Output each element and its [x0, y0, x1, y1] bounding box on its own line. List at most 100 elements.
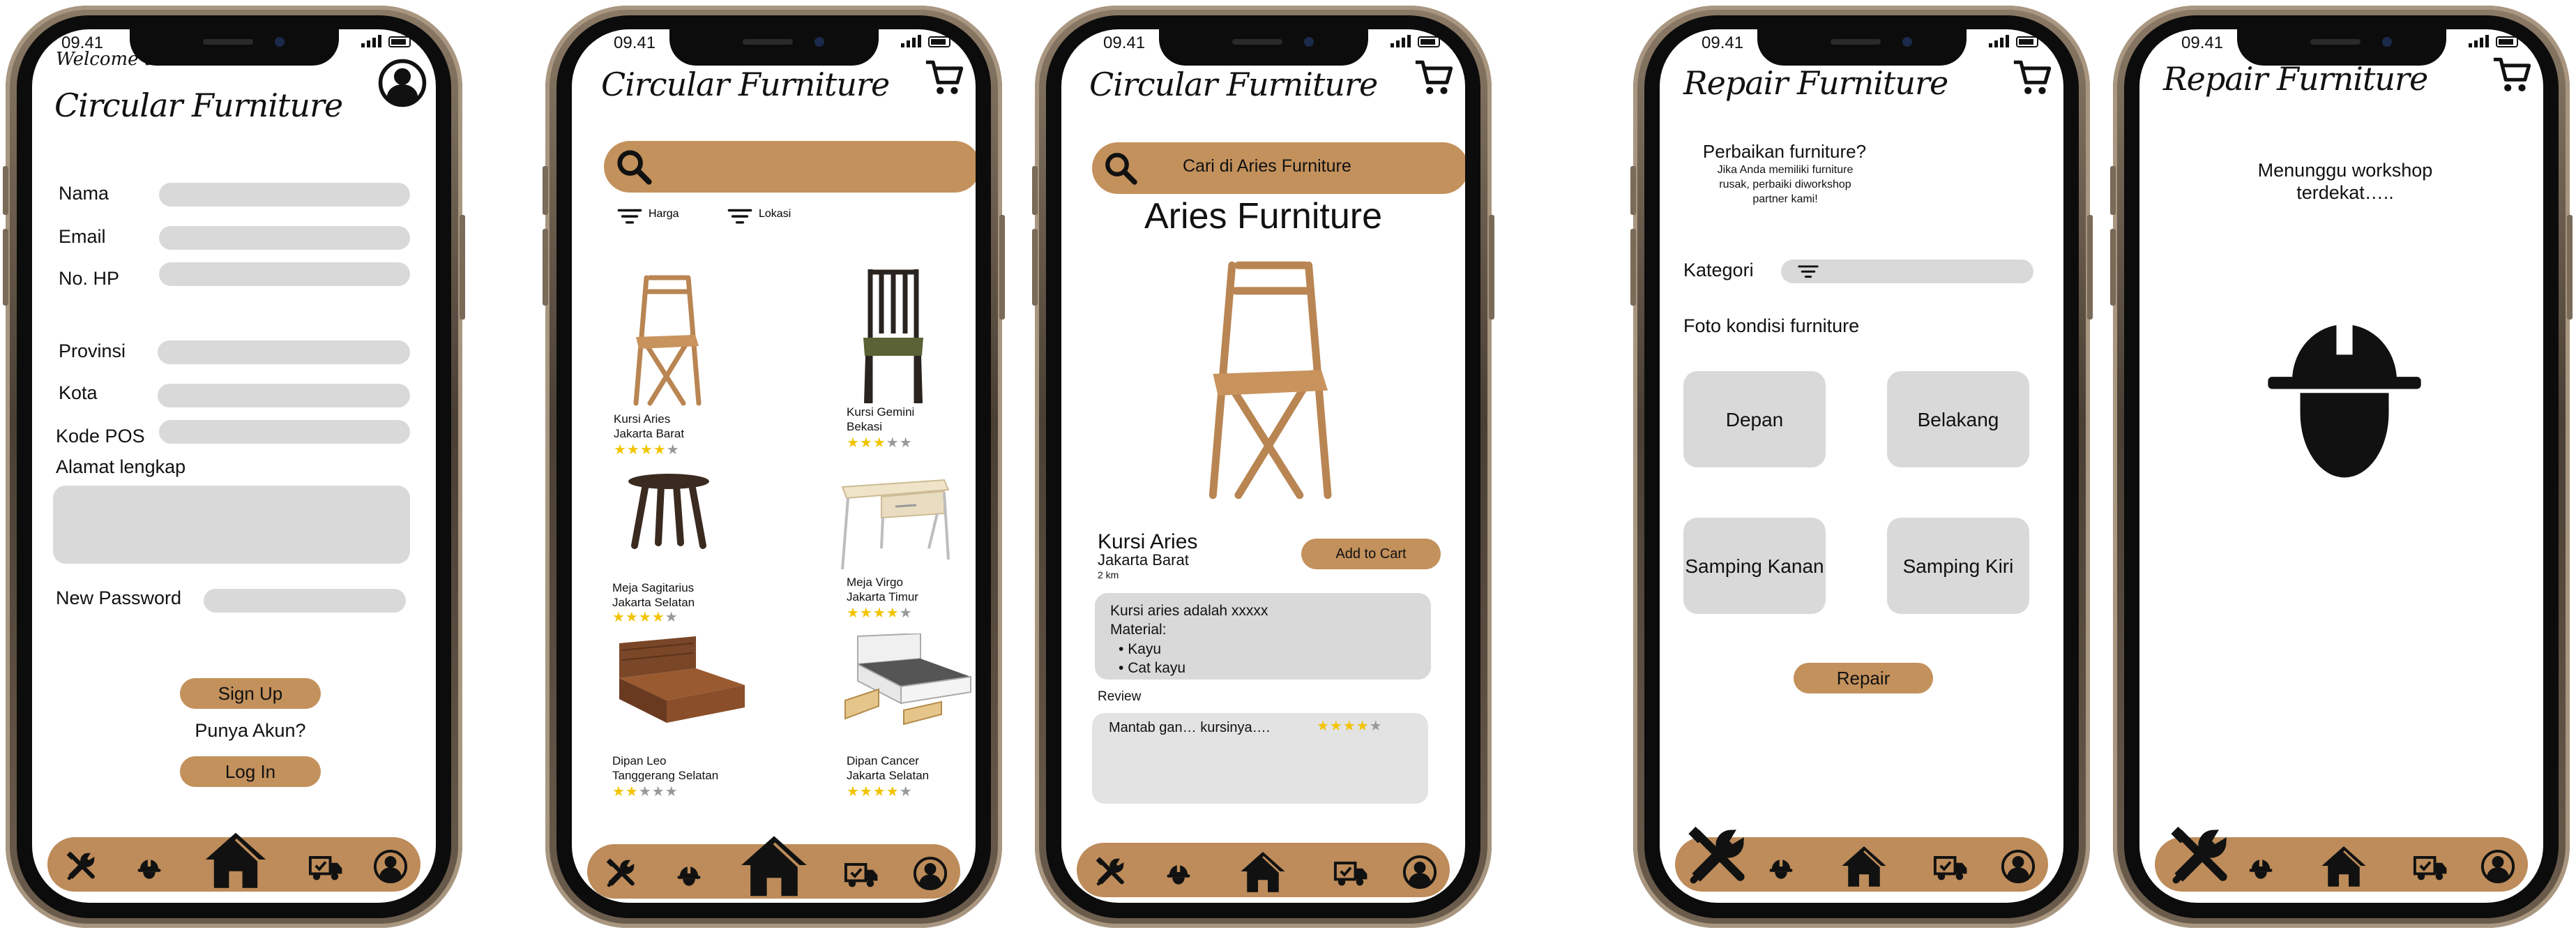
cart-icon[interactable]: [2492, 54, 2532, 95]
kode-pos-field[interactable]: [159, 420, 410, 444]
tools-icon[interactable]: [604, 857, 637, 890]
product-rating: ★★★★★: [612, 608, 679, 625]
alamat-label: Alamat lengkap: [56, 456, 186, 477]
foto-label: Foto kondisi furniture: [1683, 315, 1860, 336]
description-box: Kursi aries adalah xxxxx Material: • Kay…: [1095, 593, 1431, 680]
worker-helmet-icon: [2268, 318, 2421, 478]
review-label: Review: [1098, 689, 1142, 704]
delivery-truck-icon[interactable]: [2410, 848, 2450, 885]
phone-signup: 09.41 Welcome to Circular Furniture Nama…: [3, 6, 465, 928]
product-name: Kursi Aries: [614, 412, 671, 426]
profile-avatar-icon[interactable]: [377, 57, 428, 109]
add-to-cart-button[interactable]: Add to Cart: [1301, 539, 1441, 569]
product-name: Dipan Leo: [612, 754, 667, 767]
product-card[interactable]: Meja Virgo Jakarta Timur: [847, 575, 918, 605]
helmet-icon[interactable]: [674, 857, 704, 890]
app-title: Circular Furniture: [54, 87, 343, 124]
phone-store: 09.41 Circular Furniture Cari di Aries F…: [1032, 6, 1494, 928]
waiting-message: Menunggu workshop terdekat…..: [2257, 160, 2433, 204]
product-card[interactable]: Kursi Gemini Bekasi: [847, 405, 914, 435]
app-title: Repair Furniture: [1683, 64, 1948, 102]
delivery-truck-icon[interactable]: [1930, 848, 1971, 885]
cart-icon[interactable]: [1414, 57, 1454, 98]
provinsi-field[interactable]: [158, 340, 410, 364]
profile-icon[interactable]: [1402, 854, 1438, 890]
status-time: 09.41: [614, 33, 656, 52]
home-icon[interactable]: [2319, 841, 2368, 890]
chair-gemini-image[interactable]: [855, 264, 932, 410]
nama-label: Nama: [59, 183, 109, 204]
status-time: 09.41: [1103, 33, 1146, 52]
new-password-label: New Password: [56, 587, 182, 608]
desk-virgo-image[interactable]: [840, 476, 951, 573]
helmet-icon[interactable]: [1766, 850, 1796, 883]
photo-right-button[interactable]: Samping Kanan: [1683, 518, 1826, 614]
home-icon[interactable]: [202, 826, 269, 893]
chair-aries-image[interactable]: [622, 271, 710, 410]
tools-icon[interactable]: [2166, 823, 2233, 890]
table-sagitarius-image[interactable]: [625, 473, 713, 550]
tools-icon[interactable]: [1683, 823, 1750, 890]
bottom-nav: [47, 837, 421, 892]
profile-icon[interactable]: [2480, 848, 2516, 885]
kota-field[interactable]: [158, 384, 410, 407]
filter-icon: [727, 208, 753, 226]
no-hp-field[interactable]: [159, 262, 410, 286]
home-icon[interactable]: [1840, 841, 1888, 890]
tools-icon[interactable]: [64, 850, 98, 883]
home-icon[interactable]: [1238, 847, 1287, 896]
bottom-nav: [587, 844, 960, 899]
phone-waiting: 09.41 Repair Furniture Menunggu workshop…: [2110, 6, 2573, 928]
helmet-icon[interactable]: [2245, 850, 2276, 883]
provinsi-label: Provinsi: [59, 340, 126, 361]
profile-icon[interactable]: [372, 848, 409, 885]
review-rating: ★★★★★: [1317, 717, 1383, 734]
review-text: Mantab gan… kursinya….: [1109, 720, 1271, 735]
product-name: Kursi Gemini: [847, 405, 915, 419]
search-placeholder: Cari di Aries Furniture: [1183, 156, 1351, 176]
store-search-bar[interactable]: Cari di Aries Furniture: [1092, 142, 1465, 194]
profile-icon[interactable]: [2000, 848, 2036, 885]
bed-leo-image[interactable]: [612, 636, 749, 727]
product-name: Meja Virgo: [847, 576, 903, 589]
product-card[interactable]: Kursi Aries Jakarta Barat: [614, 412, 684, 442]
bed-cancer-image[interactable]: [837, 633, 973, 731]
material-item: Cat kayu: [1128, 659, 1186, 676]
home-icon[interactable]: [738, 829, 810, 901]
photo-left-button[interactable]: Samping Kiri: [1887, 518, 2029, 614]
search-icon: [1103, 151, 1138, 186]
email-label: Email: [59, 226, 106, 247]
new-password-field[interactable]: [204, 589, 406, 613]
delivery-truck-icon[interactable]: [841, 855, 881, 892]
kota-label: Kota: [59, 382, 98, 403]
product-rating: ★★★★★: [614, 441, 680, 458]
kode-pos-label: Kode POS: [56, 426, 145, 447]
signup-button[interactable]: Sign Up: [180, 678, 321, 709]
product-card[interactable]: Dipan Leo Tanggerang Selatan: [612, 753, 718, 783]
material-label: Material:: [1110, 622, 1167, 638]
kategori-select[interactable]: [1781, 260, 2033, 283]
email-field[interactable]: [159, 226, 410, 250]
product-card[interactable]: Meja Sagitarius Jakarta Selatan: [612, 580, 695, 610]
profile-icon[interactable]: [912, 855, 948, 892]
repair-screen: 09.41 Repair Furniture Perbaikan furnitu…: [1660, 29, 2063, 903]
cart-icon[interactable]: [924, 57, 964, 98]
app-title: Circular Furniture: [1089, 66, 1378, 103]
product-card[interactable]: Dipan Cancer Jakarta Selatan: [847, 753, 929, 783]
photo-front-button[interactable]: Depan: [1683, 371, 1826, 467]
delivery-truck-icon[interactable]: [1331, 854, 1371, 890]
status-icons: [1391, 35, 1440, 47]
delivery-truck-icon[interactable]: [305, 848, 346, 885]
photo-back-button[interactable]: Belakang: [1887, 371, 2029, 467]
cart-icon[interactable]: [2012, 57, 2052, 98]
helmet-icon[interactable]: [1163, 855, 1194, 889]
repair-button[interactable]: Repair: [1794, 663, 1933, 693]
helmet-icon[interactable]: [134, 850, 165, 883]
phone-catalog: 09.41 Circular Furniture Harga Lokasi Ku…: [543, 6, 1005, 928]
tools-icon[interactable]: [1093, 855, 1127, 889]
nama-field[interactable]: [159, 183, 410, 207]
alamat-field[interactable]: [53, 486, 410, 564]
login-button[interactable]: Log In: [180, 756, 321, 787]
product-rating: ★★★★★: [612, 783, 679, 800]
search-bar[interactable]: [604, 141, 976, 193]
